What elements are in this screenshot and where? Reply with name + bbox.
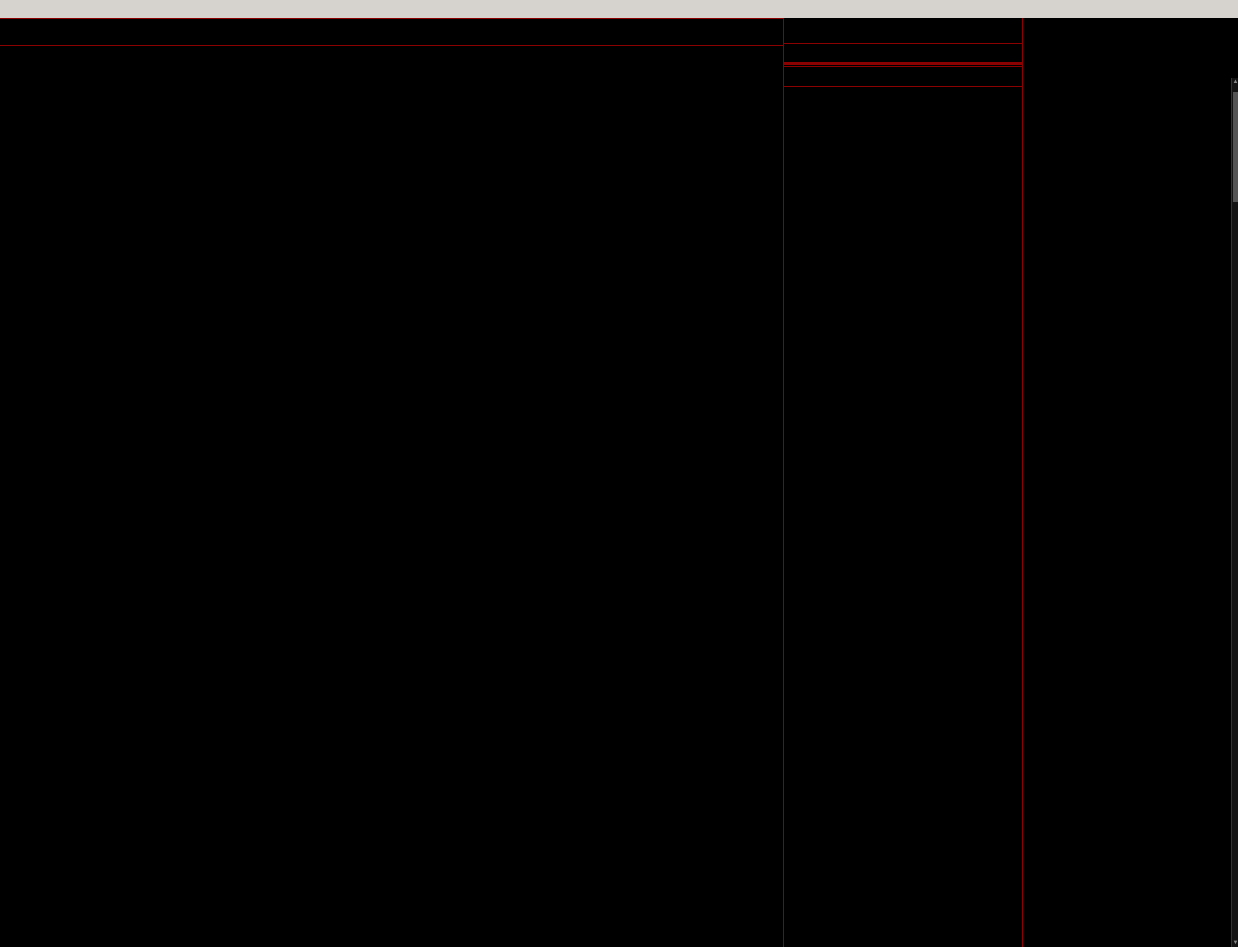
quote-panel [784, 18, 1022, 928]
scroll-up-icon[interactable]: ▲ [1232, 79, 1238, 85]
weibi-row [784, 44, 1022, 63]
toolbar [0, 18, 783, 46]
stock-header [784, 18, 1022, 44]
weicha-value [932, 44, 1016, 62]
chart-area [0, 45, 783, 947]
scroll-down-icon[interactable]: ▼ [1232, 940, 1238, 946]
trade-status [784, 66, 1022, 87]
weibi-value [822, 44, 892, 62]
f10-scrollbar[interactable]: ▲ ▼ [1231, 78, 1238, 947]
weibi-label [788, 44, 822, 62]
weicha-label [892, 44, 932, 62]
trading-terminal: ▲ ▼ [0, 0, 1238, 947]
scroll-thumb[interactable] [1233, 92, 1238, 202]
stock-stats [784, 64, 1022, 65]
f10-panel [1023, 18, 1230, 947]
menubar [0, 0, 1238, 18]
quote-minitabs [784, 928, 1022, 947]
